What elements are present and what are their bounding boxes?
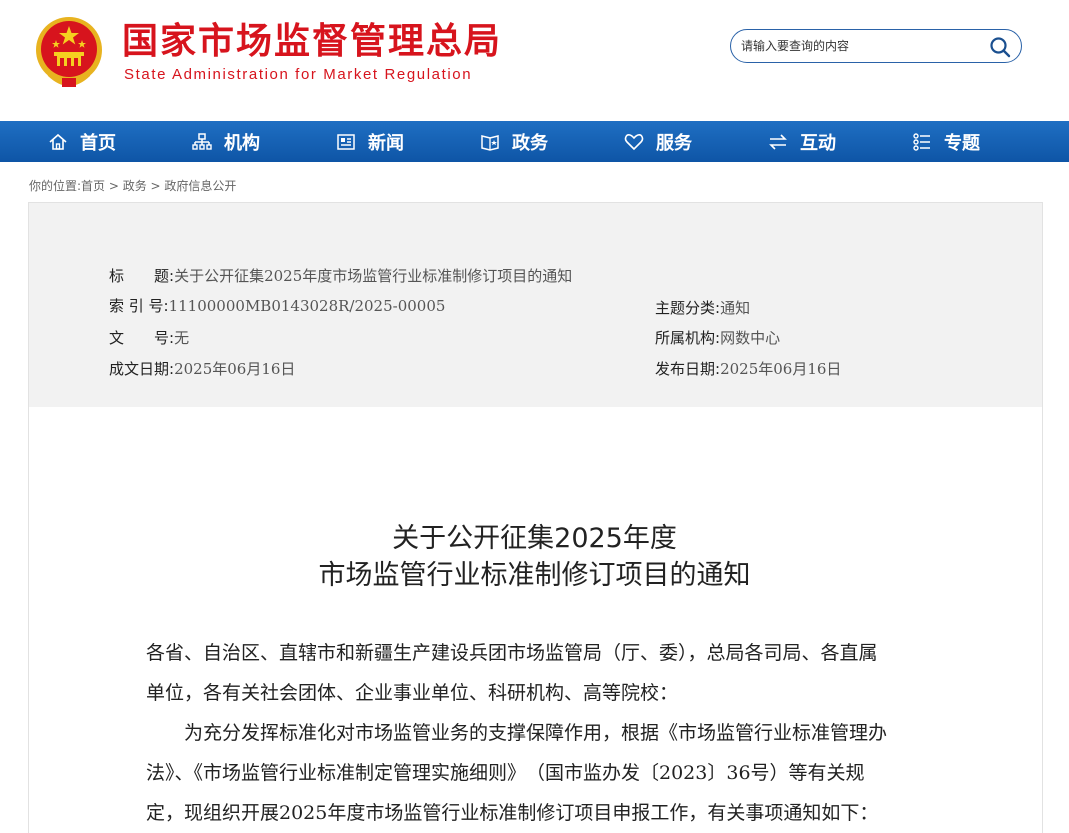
article-text-line: 为充分发挥标准化对市场监管业务的支撑保障作用，根据《市场监管行业标准管理办 bbox=[146, 722, 888, 744]
search-icon[interactable] bbox=[989, 36, 1011, 58]
nav-item-topics[interactable]: 专题 bbox=[912, 121, 980, 162]
info-label: 文 号: bbox=[109, 329, 175, 347]
article-title-line1: 关于公开征集2025年度 bbox=[392, 523, 677, 554]
site-header: 国家市场监督管理总局 State Administration for Mark… bbox=[0, 0, 1069, 121]
nav-label: 首页 bbox=[80, 132, 116, 154]
info-index-row: 索 引 号:11100000MB0143028R/2025-00005 bbox=[109, 295, 445, 316]
info-category-row: 主题分类:通知 bbox=[655, 297, 750, 318]
info-value: 通知 bbox=[720, 299, 751, 317]
info-label: 成文日期: bbox=[109, 360, 175, 378]
nav-label: 互动 bbox=[800, 132, 836, 154]
article-text-line: 单位，各有关社会团体、企业事业单位、科研机构、高等院校： bbox=[146, 682, 679, 704]
info-label: 标 题: bbox=[109, 267, 175, 285]
nav-label: 政务 bbox=[512, 132, 548, 154]
info-label: 发布日期: bbox=[655, 360, 721, 378]
heart-icon bbox=[624, 133, 644, 150]
info-title-row: 标 题:关于公开征集2025年度市场监管行业标准制修订项目的通知 bbox=[109, 265, 572, 286]
topics-icon bbox=[913, 132, 930, 151]
info-value: 11100000MB0143028R/2025-00005 bbox=[168, 297, 446, 315]
info-published-row: 发布日期:2025年06月16日 bbox=[655, 358, 841, 379]
article-text-line: 法》、《市场监管行业标准制定管理实施细则》 （国市监办发〔2023〕36号）等有… bbox=[146, 762, 865, 784]
article-title-line2: 市场监管行业标准制修订项目的通知 bbox=[318, 560, 751, 591]
main-nav: 首页 机构 新闻 政务 服务 互动 专题 bbox=[0, 121, 1069, 162]
nav-label: 新闻 bbox=[368, 132, 404, 154]
government-icon bbox=[481, 134, 499, 151]
info-value: 无 bbox=[174, 329, 190, 347]
info-value: 2025年06月16日 bbox=[720, 360, 842, 378]
info-label: 索 引 号: bbox=[109, 297, 169, 315]
breadcrumb[interactable]: 你的位置:首页 > 政务 > 政府信息公开 bbox=[29, 177, 236, 194]
article-text-line: 各省、自治区、直辖市和新疆生产建设兵团市场监管局（厅、委），总局各司局、各直属 bbox=[146, 642, 878, 664]
site-name-cn[interactable]: 国家市场监督管理总局 bbox=[122, 20, 502, 64]
nav-item-news[interactable]: 新闻 bbox=[336, 121, 404, 162]
swap-icon bbox=[769, 133, 787, 150]
info-value: 网数中心 bbox=[720, 329, 781, 347]
search-input[interactable] bbox=[741, 36, 981, 56]
nav-item-service[interactable]: 服务 bbox=[624, 121, 692, 162]
nav-item-interaction[interactable]: 互动 bbox=[768, 121, 836, 162]
info-org-row: 所属机构:网数中心 bbox=[655, 327, 780, 348]
nav-label: 专题 bbox=[944, 132, 980, 154]
info-created-row: 成文日期:2025年06月16日 bbox=[109, 358, 295, 379]
info-value: 关于公开征集2025年度市场监管行业标准制修订项目的通知 bbox=[174, 267, 573, 285]
nav-label: 服务 bbox=[656, 132, 692, 154]
org-icon bbox=[192, 132, 212, 150]
info-label: 主题分类: bbox=[655, 299, 721, 317]
info-docno-row: 文 号:无 bbox=[109, 327, 189, 348]
home-icon bbox=[49, 133, 67, 150]
news-icon bbox=[337, 133, 355, 150]
national-emblem-icon[interactable] bbox=[34, 14, 104, 90]
article-text-line: 定，现组织开展2025年度市场监管行业标准制修订项目申报工作，有关事项通知如下： bbox=[146, 802, 879, 824]
info-value: 2025年06月16日 bbox=[174, 360, 296, 378]
nav-label: 机构 bbox=[224, 132, 260, 154]
info-label: 所属机构: bbox=[655, 329, 721, 347]
site-name-en[interactable]: State Administration for Market Regulati… bbox=[124, 66, 472, 83]
nav-item-government[interactable]: 政务 bbox=[480, 121, 548, 162]
nav-item-home[interactable]: 首页 bbox=[48, 121, 116, 162]
nav-item-org[interactable]: 机构 bbox=[192, 121, 260, 162]
search-box bbox=[730, 29, 1022, 63]
